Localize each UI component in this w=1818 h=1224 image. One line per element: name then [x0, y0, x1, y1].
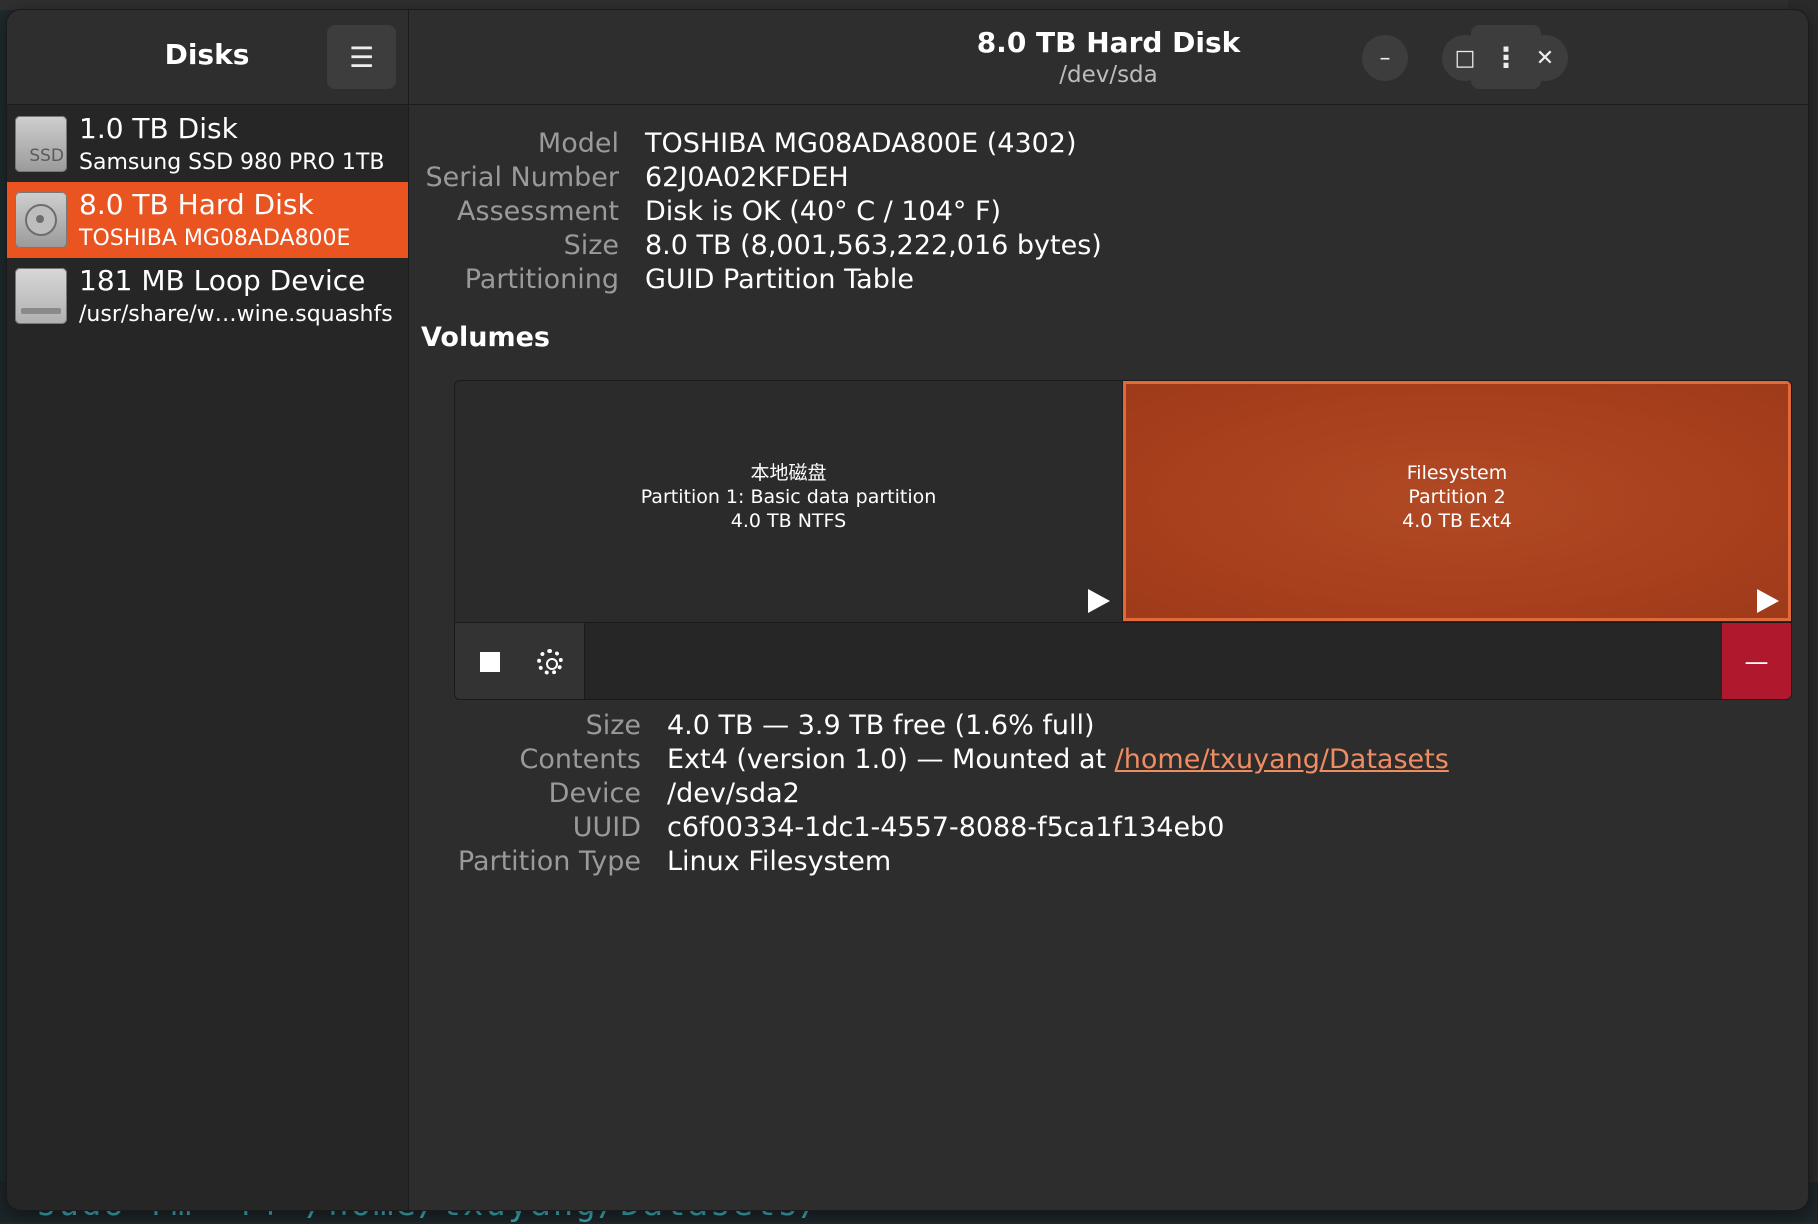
contents-text: Ext4 (version 1.0) — Mounted at — [667, 744, 1115, 775]
detail-value: Ext4 (version 1.0) — Mounted at /home/tx… — [667, 744, 1449, 775]
info-value: Disk is OK (40° C / 104° F) — [645, 196, 1002, 227]
close-button[interactable]: ✕ — [1522, 35, 1568, 81]
info-label: Assessment — [457, 196, 619, 227]
info-value: GUID Partition Table — [645, 264, 914, 295]
header-bar: 8.0 TB Hard Disk /dev/sda ⋮ – □ ✕ — [409, 10, 1808, 105]
play-icon[interactable] — [1088, 589, 1110, 613]
disk-item-loop[interactable]: 181 MB Loop Device /usr/share/w…wine.squ… — [7, 258, 408, 334]
detail-label: Contents — [519, 744, 641, 775]
disk-item-hard-disk[interactable]: 8.0 TB Hard Disk TOSHIBA MG08ADA800E — [7, 182, 408, 258]
partition-1[interactable]: 本地磁盘 Partition 1: Basic data partition 4… — [455, 381, 1123, 621]
partition-name: Partition 2 — [1408, 486, 1506, 508]
main-menu-button[interactable]: ☰ — [327, 25, 396, 89]
delete-partition-button[interactable]: — — [1722, 623, 1791, 699]
detail-label: Device — [548, 778, 641, 809]
sidebar: Disks ☰ SSD 1.0 TB Disk Samsung SSD 980 … — [7, 10, 409, 1210]
detail-value: Linux Filesystem — [667, 846, 892, 877]
minus-icon: — — [1744, 647, 1769, 676]
info-label: Model — [537, 128, 619, 159]
background-top-strip — [0, 0, 1818, 10]
disk-device-path: /dev/sda — [1059, 62, 1158, 88]
detail-label: Partition Type — [457, 846, 641, 877]
info-label: Size — [563, 230, 619, 261]
partition-settings-button[interactable] — [515, 623, 585, 699]
loop-device-icon — [15, 268, 67, 324]
info-label: Serial Number — [425, 162, 619, 193]
disk-list: SSD 1.0 TB Disk Samsung SSD 980 PRO 1TB … — [7, 106, 408, 334]
volume-toolbar: — — [455, 622, 1791, 699]
volumes-heading: Volumes — [421, 322, 550, 353]
disk-name: 8.0 TB Hard Disk — [79, 188, 314, 221]
disk-item-ssd[interactable]: SSD 1.0 TB Disk Samsung SSD 980 PRO 1TB — [7, 106, 408, 182]
partition-name: Partition 1: Basic data partition — [640, 486, 937, 508]
partition-size: 4.0 TB NTFS — [730, 510, 847, 532]
hamburger-menu-icon: ☰ — [348, 40, 375, 74]
disk-name: 1.0 TB Disk — [79, 112, 238, 145]
hard-disk-icon — [15, 192, 67, 248]
gear-icon — [536, 648, 563, 675]
ssd-icon: SSD — [15, 116, 67, 172]
partition-size: 4.0 TB Ext4 — [1402, 510, 1512, 532]
info-value: 8.0 TB (8,001,563,222,016 bytes) — [645, 230, 1102, 261]
disk-name: 181 MB Loop Device — [79, 264, 366, 297]
close-icon: ✕ — [1535, 45, 1555, 71]
play-icon[interactable] — [1757, 589, 1779, 613]
disk-title: 8.0 TB Hard Disk — [976, 26, 1241, 59]
detail-value: c6f00334-1dc1-4557-8088-f5ca1f134eb0 — [667, 812, 1225, 843]
info-value: TOSHIBA MG08ADA800E (4302) — [645, 128, 1077, 159]
kebab-menu-icon: ⋮ — [1492, 40, 1520, 74]
volumes-graphic: 本地磁盘 Partition 1: Basic data partition 4… — [454, 380, 1792, 700]
sidebar-header: Disks ☰ — [7, 10, 408, 105]
detail-value: 4.0 TB — 3.9 TB free (1.6% full) — [667, 710, 1095, 741]
info-value: 62J0A02KFDEH — [645, 162, 849, 193]
minimize-icon: – — [1379, 45, 1391, 71]
disks-window: Disks ☰ SSD 1.0 TB Disk Samsung SSD 980 … — [7, 10, 1808, 1210]
disk-model: Samsung SSD 980 PRO 1TB — [79, 150, 385, 175]
partition-label: Filesystem — [1406, 462, 1508, 484]
disk-path: /usr/share/w…wine.squashfs — [79, 302, 393, 327]
mount-point-link[interactable]: /home/txuyang/Datasets — [1115, 744, 1449, 775]
stop-icon — [479, 651, 500, 672]
main-panel: 8.0 TB Hard Disk /dev/sda ⋮ – □ ✕ Model … — [409, 10, 1808, 1210]
minimize-button[interactable]: – — [1362, 35, 1408, 81]
detail-label: Size — [585, 710, 641, 741]
detail-label: UUID — [572, 812, 641, 843]
maximize-icon: □ — [1454, 45, 1476, 71]
partition-2[interactable]: Filesystem Partition 2 4.0 TB Ext4 — [1123, 381, 1791, 621]
maximize-button[interactable]: □ — [1442, 35, 1488, 81]
disk-model: TOSHIBA MG08ADA800E — [79, 226, 351, 251]
partition-label: 本地磁盘 — [750, 462, 827, 484]
info-label: Partitioning — [464, 264, 619, 295]
detail-value: /dev/sda2 — [667, 778, 800, 809]
